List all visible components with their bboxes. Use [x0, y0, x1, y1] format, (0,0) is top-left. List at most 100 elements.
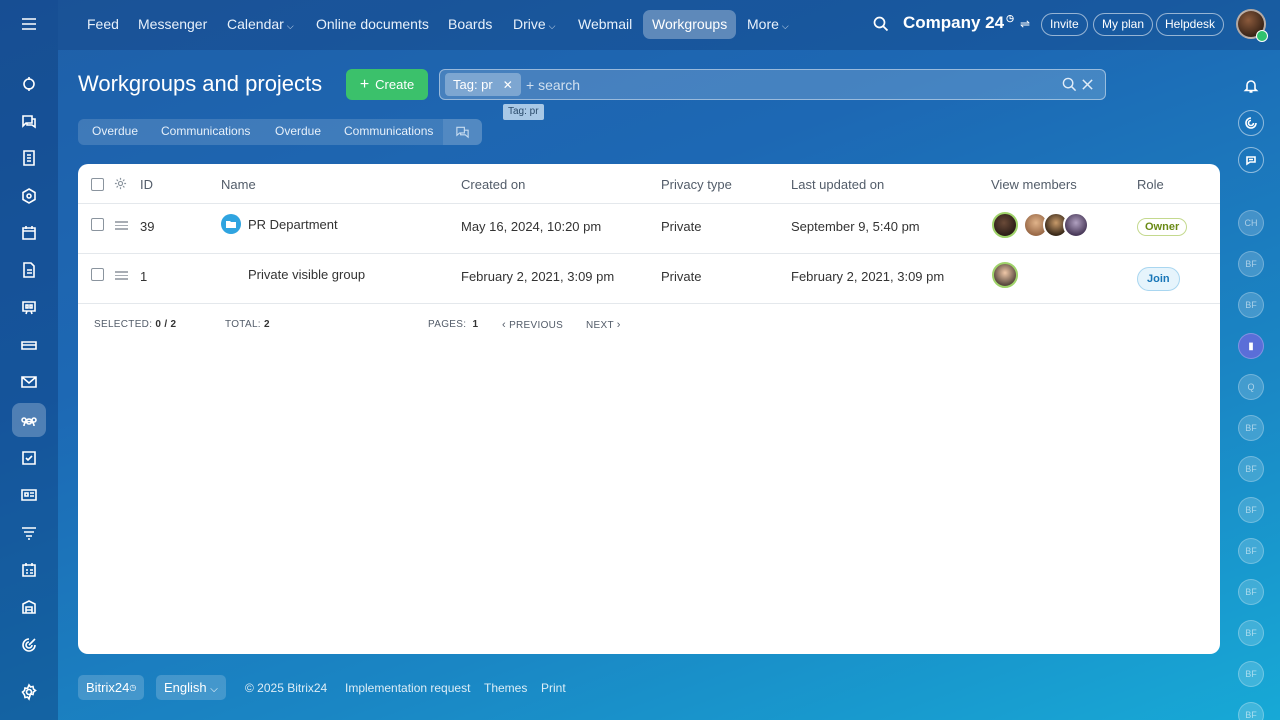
- feed-icon[interactable]: [12, 67, 46, 101]
- clear-search-icon[interactable]: [1081, 78, 1094, 91]
- hexagon-icon[interactable]: [12, 179, 46, 213]
- counter-overdue[interactable]: Overdue: [275, 124, 321, 138]
- chat-avatar[interactable]: BF: [1238, 415, 1264, 441]
- filter-icon[interactable]: [12, 516, 46, 550]
- column-last-updated-on[interactable]: Last updated on: [791, 177, 884, 192]
- row-created-on: February 2, 2021, 3:09 pm: [461, 269, 615, 284]
- my-plan-button[interactable]: My plan: [1093, 13, 1154, 36]
- search-input[interactable]: + search: [526, 77, 580, 93]
- previous-page-link[interactable]: ‹ PREVIOUS: [502, 319, 563, 331]
- join-button[interactable]: Join: [1137, 267, 1180, 291]
- helpdesk-button[interactable]: Helpdesk: [1156, 13, 1225, 36]
- nav-online-documents[interactable]: Online documents: [307, 10, 438, 39]
- member-avatar[interactable]: [1063, 212, 1089, 238]
- search-icon[interactable]: [873, 16, 889, 32]
- chat-avatar[interactable]: ▮: [1238, 333, 1264, 359]
- counter-overdue[interactable]: Overdue: [92, 124, 138, 138]
- print-link[interactable]: Print: [541, 681, 566, 695]
- mail-icon[interactable]: [12, 365, 46, 399]
- schedule-icon[interactable]: [12, 553, 46, 587]
- chat-avatar[interactable]: BF: [1238, 251, 1264, 277]
- filter-chip-tag[interactable]: Tag: pr ✕: [445, 73, 521, 96]
- nav-drive[interactable]: Drive ⌵: [504, 10, 565, 39]
- chat-avatar[interactable]: BF: [1238, 456, 1264, 482]
- nav-feed[interactable]: Feed: [78, 10, 128, 39]
- row-name-link[interactable]: PR Department: [248, 217, 338, 232]
- target-icon[interactable]: [12, 628, 46, 662]
- tasks-icon[interactable]: [12, 441, 46, 475]
- chat-avatar[interactable]: CH: [1238, 210, 1264, 236]
- select-all-checkbox[interactable]: [91, 178, 104, 191]
- row-name-link[interactable]: Private visible group: [248, 267, 365, 282]
- menu-icon[interactable]: [12, 7, 46, 41]
- implementation-request-link[interactable]: Implementation request: [345, 681, 470, 695]
- chat-avatar[interactable]: BF: [1238, 497, 1264, 523]
- page-title: Workgroups and projects: [78, 71, 323, 96]
- row-checkbox[interactable]: [91, 218, 104, 231]
- right-sidebar: CH BF BF ▮ Q BF BF BF BF BF BF BF BF: [1222, 50, 1280, 720]
- search-icon[interactable]: [1062, 77, 1077, 92]
- bitrix24-brand-button[interactable]: Bitrix24◷: [78, 675, 145, 700]
- chat-avatar[interactable]: BF: [1238, 661, 1264, 687]
- chip-close-icon[interactable]: ✕: [503, 78, 513, 92]
- grid-footer: SELECTED: 0 / 2 TOTAL: 2 PAGES: 1 ‹ PREV…: [78, 314, 1220, 334]
- next-page-link[interactable]: NEXT ›: [586, 319, 621, 331]
- company-name[interactable]: Company 24 ◷ ⇌: [903, 13, 1030, 33]
- column-id[interactable]: ID: [140, 177, 153, 192]
- chat-avatar[interactable]: BF: [1238, 292, 1264, 318]
- language-select[interactable]: English ⌵: [156, 675, 226, 700]
- total-value: 2: [263, 319, 270, 330]
- chat-avatar[interactable]: BF: [1238, 702, 1264, 720]
- nav-boards[interactable]: Boards: [439, 10, 501, 39]
- row-checkbox[interactable]: [91, 268, 104, 281]
- gear-icon[interactable]: [114, 177, 127, 190]
- left-sidebar: [0, 0, 58, 720]
- chat-counter-button[interactable]: [443, 119, 482, 145]
- column-view-members[interactable]: View members: [991, 177, 1077, 192]
- nav-more[interactable]: More ⌵: [738, 10, 798, 39]
- chat-avatar[interactable]: BF: [1238, 620, 1264, 646]
- row-updated-on: February 2, 2021, 3:09 pm: [791, 269, 945, 284]
- create-label: Create: [375, 77, 415, 92]
- boards-icon[interactable]: [12, 291, 46, 325]
- drag-handle-icon[interactable]: [115, 221, 128, 230]
- invite-button[interactable]: Invite: [1041, 13, 1088, 36]
- table-row[interactable]: 39 PR Department May 16, 2024, 10:20 pm …: [78, 204, 1220, 254]
- drive-icon[interactable]: [12, 328, 46, 362]
- column-name[interactable]: Name: [221, 177, 256, 192]
- chat-avatar[interactable]: BF: [1238, 538, 1264, 564]
- member-avatar[interactable]: [992, 212, 1018, 238]
- open-chat-icon[interactable]: [1238, 147, 1264, 173]
- drag-handle-icon[interactable]: [115, 271, 128, 280]
- search-filter-box[interactable]: Tag: pr ✕ + search: [439, 69, 1106, 100]
- column-privacy-type[interactable]: Privacy type: [661, 177, 732, 192]
- company-label: Company 24: [903, 13, 1005, 32]
- chevron-down-icon: ⌵: [781, 21, 789, 31]
- calendar-icon[interactable]: [12, 216, 46, 250]
- documents-icon[interactable]: [12, 141, 46, 175]
- nav-workgroups[interactable]: Workgroups: [643, 10, 737, 39]
- file-icon[interactable]: [12, 253, 46, 287]
- chat-avatar[interactable]: Q: [1238, 374, 1264, 400]
- column-created-on[interactable]: Created on: [461, 177, 525, 192]
- nav-webmail[interactable]: Webmail: [569, 10, 641, 39]
- table-row[interactable]: 1 Private visible group February 2, 2021…: [78, 254, 1220, 304]
- bell-icon[interactable]: [1238, 73, 1264, 99]
- copilot-icon[interactable]: [1238, 110, 1264, 136]
- column-role[interactable]: Role: [1137, 177, 1164, 192]
- online-status-icon: [1256, 30, 1268, 42]
- themes-link[interactable]: Themes: [484, 681, 527, 695]
- copyright-text: © 2025 Bitrix24: [245, 681, 328, 695]
- workgroups-icon[interactable]: [12, 403, 46, 437]
- contact-card-icon[interactable]: [12, 478, 46, 512]
- create-button[interactable]: + Create: [346, 69, 428, 100]
- messenger-icon[interactable]: [12, 104, 46, 138]
- nav-calendar[interactable]: Calendar ⌵: [218, 10, 303, 39]
- store-icon[interactable]: [12, 590, 46, 624]
- counter-communications[interactable]: Communications: [344, 124, 433, 138]
- member-avatar[interactable]: [992, 262, 1018, 288]
- settings-gear-icon[interactable]: [12, 675, 46, 709]
- counter-communications[interactable]: Communications: [161, 124, 250, 138]
- nav-messenger[interactable]: Messenger: [129, 10, 216, 39]
- chat-avatar[interactable]: BF: [1238, 579, 1264, 605]
